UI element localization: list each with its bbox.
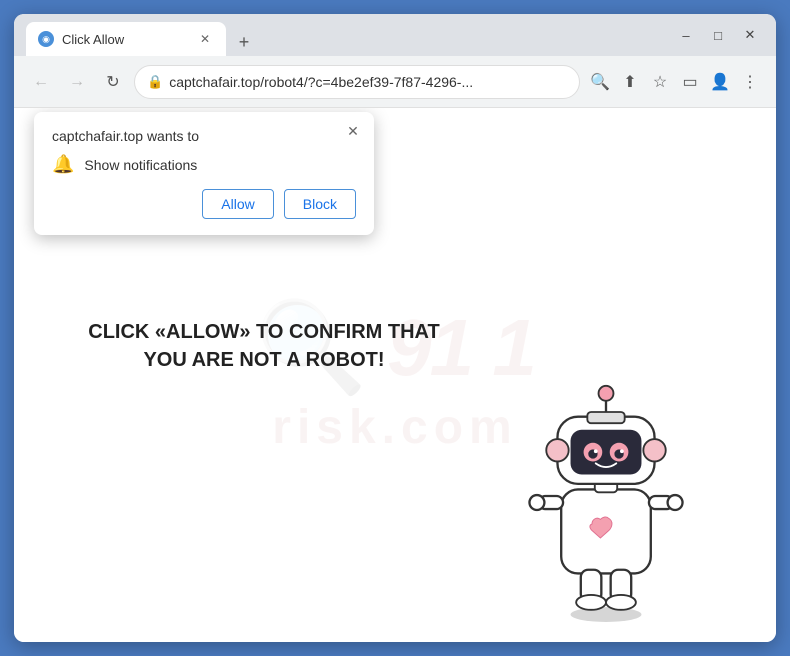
share-icon[interactable]: ⬆	[616, 68, 644, 96]
menu-icon[interactable]: ⋮	[736, 68, 764, 96]
robot-illustration	[496, 342, 716, 622]
tab-title: Click Allow	[62, 32, 188, 47]
window-controls: – □ ✕	[672, 21, 764, 49]
browser-window: ◉ Click Allow ✕ + – □ ✕ ← → ↻ 🔒 captchaf…	[14, 14, 776, 642]
search-icon[interactable]: 🔍	[586, 68, 614, 96]
popup-notification-text: Show notifications	[84, 157, 197, 173]
tab-close-btn[interactable]: ✕	[196, 30, 214, 48]
url-bar[interactable]: 🔒 captchafair.top/robot4/?c=4be2ef39-7f8…	[134, 65, 580, 99]
popup-close-btn[interactable]: ✕	[342, 120, 364, 142]
tab-area: ◉ Click Allow ✕ +	[22, 14, 258, 56]
browser-tab[interactable]: ◉ Click Allow ✕	[26, 22, 226, 56]
page-content: 🔍 91 1 risk.com ✕ captchafair.top wants …	[14, 108, 776, 642]
new-tab-button[interactable]: +	[230, 28, 258, 56]
minimize-button[interactable]: –	[672, 21, 700, 49]
address-bar: ← → ↻ 🔒 captchafair.top/robot4/?c=4be2ef…	[14, 56, 776, 108]
toolbar-icons: 🔍 ⬆ ☆ ▭ 👤 ⋮	[586, 68, 764, 96]
bell-icon: 🔔	[52, 154, 74, 175]
popup-title: captchafair.top wants to	[52, 128, 356, 144]
bookmark-icon[interactable]: ☆	[646, 68, 674, 96]
forward-button[interactable]: →	[62, 67, 92, 97]
notification-popup: ✕ captchafair.top wants to 🔔 Show notifi…	[34, 112, 374, 235]
popup-notification-row: 🔔 Show notifications	[52, 154, 356, 175]
extensions-icon[interactable]: ▭	[676, 68, 704, 96]
profile-icon[interactable]: 👤	[706, 68, 734, 96]
maximize-button[interactable]: □	[704, 21, 732, 49]
allow-button[interactable]: Allow	[202, 189, 273, 219]
title-bar: ◉ Click Allow ✕ + – □ ✕	[14, 14, 776, 56]
tab-favicon: ◉	[38, 31, 54, 47]
page-main-text: CLICK «ALLOW» TO CONFIRM THAT YOU ARE NO…	[74, 318, 454, 374]
robot-container	[496, 342, 716, 622]
url-text: captchafair.top/robot4/?c=4be2ef39-7f87-…	[169, 74, 567, 90]
popup-buttons: Allow Block	[52, 189, 356, 219]
block-button[interactable]: Block	[284, 189, 356, 219]
refresh-button[interactable]: ↻	[98, 67, 128, 97]
back-button[interactable]: ←	[26, 67, 56, 97]
lock-icon: 🔒	[147, 74, 163, 90]
close-button[interactable]: ✕	[736, 21, 764, 49]
